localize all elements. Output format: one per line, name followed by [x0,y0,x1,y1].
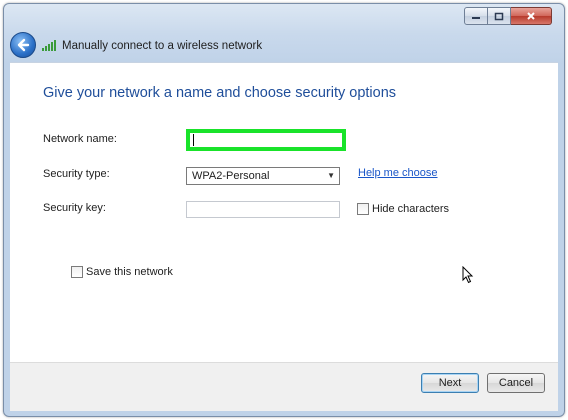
security-type-label: Security type: [43,168,110,180]
network-name-label: Network name: [43,133,117,145]
text-caret [193,134,194,146]
dialog-footer: Next Cancel [10,362,558,411]
security-key-input[interactable] [186,201,340,218]
maximize-icon [494,12,504,20]
caption-buttons [464,7,552,25]
back-arrow-icon [17,38,30,52]
save-network-label: Save this network [86,266,173,278]
close-icon [527,12,535,20]
minimize-icon [472,17,480,19]
chevron-down-icon: ▼ [327,171,335,180]
content-panel: Give your network a name and choose secu… [10,62,558,363]
security-key-label: Security key: [43,202,106,214]
back-button[interactable] [10,32,36,58]
network-name-input[interactable] [186,129,346,151]
minimize-button[interactable] [464,7,488,25]
security-type-value: WPA2-Personal [192,170,270,182]
maximize-button[interactable] [488,7,511,25]
hide-characters-checkbox[interactable] [357,203,369,215]
window-title: Manually connect to a wireless network [62,40,263,52]
page-heading: Give your network a name and choose secu… [43,85,397,101]
save-network-checkbox[interactable] [71,266,83,278]
wireless-signal-icon [42,40,56,51]
dialog-window: Manually connect to a wireless network G… [3,3,565,417]
mouse-pointer-icon [462,266,474,284]
cancel-button[interactable]: Cancel [487,373,545,393]
close-button[interactable] [511,7,552,25]
hide-characters-label: Hide characters [372,203,450,215]
security-type-select[interactable]: WPA2-Personal ▼ [186,167,340,185]
help-me-choose-link[interactable]: Help me choose [358,167,438,179]
dialog-header: Manually connect to a wireless network [4,28,564,62]
next-button[interactable]: Next [421,373,479,393]
